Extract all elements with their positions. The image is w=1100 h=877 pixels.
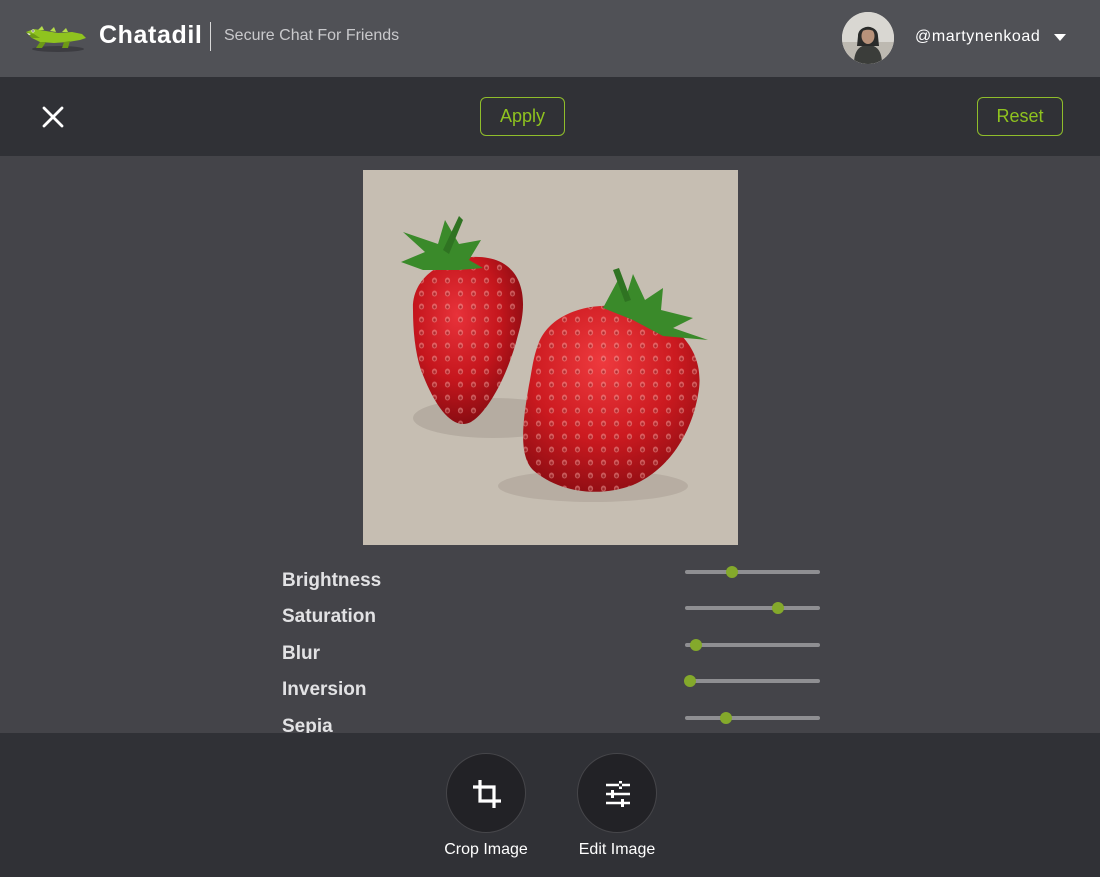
- edit-image-label[interactable]: Edit Image: [567, 841, 667, 859]
- slider-thumb[interactable]: [689, 639, 702, 651]
- slider-thumb[interactable]: [684, 675, 697, 687]
- close-icon[interactable]: [40, 104, 66, 130]
- reset-button[interactable]: Reset: [977, 97, 1063, 136]
- username[interactable]: @martynenkoad: [915, 28, 1040, 46]
- apply-button[interactable]: Apply: [480, 97, 565, 136]
- image-preview: [363, 170, 738, 545]
- editor-toolbar: Apply Reset: [0, 77, 1100, 156]
- slider-thumb[interactable]: [719, 712, 732, 724]
- brand-name[interactable]: Chatadil: [99, 21, 202, 50]
- slider-thumb[interactable]: [726, 566, 739, 578]
- adjust-label-blur: Blur: [282, 643, 320, 664]
- slider-track: [685, 606, 820, 610]
- crop-icon: [473, 780, 501, 808]
- slider-track: [685, 570, 820, 574]
- adjust-label-brightness: Brightness: [282, 570, 382, 591]
- crop-image-label[interactable]: Crop Image: [436, 841, 536, 859]
- slider-track: [685, 679, 820, 683]
- blur-slider[interactable]: [685, 638, 820, 652]
- crop-image-button[interactable]: [446, 753, 526, 833]
- strawberries-photo: [363, 170, 738, 545]
- caret-down-icon[interactable]: [1054, 34, 1066, 41]
- slider-track: [685, 643, 820, 647]
- crocodile-logo-icon[interactable]: [24, 20, 88, 54]
- user-avatar-image: [842, 12, 894, 64]
- brand-tagline: Secure Chat For Friends: [224, 27, 400, 44]
- adjust-label-inversion: Inversion: [282, 679, 367, 700]
- inversion-slider[interactable]: [684, 674, 820, 688]
- sepia-slider[interactable]: [685, 711, 820, 725]
- saturation-slider[interactable]: [685, 601, 820, 615]
- brand-divider: [210, 22, 211, 51]
- sliders-icon: [606, 781, 630, 807]
- brightness-slider[interactable]: [685, 565, 820, 579]
- bottom-tool-bar: Crop Image Edit Image: [0, 733, 1100, 877]
- top-navbar: Chatadil Secure Chat For Friends @martyn…: [0, 0, 1100, 77]
- slider-thumb[interactable]: [772, 602, 785, 614]
- adjust-label-saturation: Saturation: [282, 606, 376, 627]
- avatar[interactable]: [842, 12, 894, 64]
- slider-track: [685, 716, 820, 720]
- edit-image-button[interactable]: [577, 753, 657, 833]
